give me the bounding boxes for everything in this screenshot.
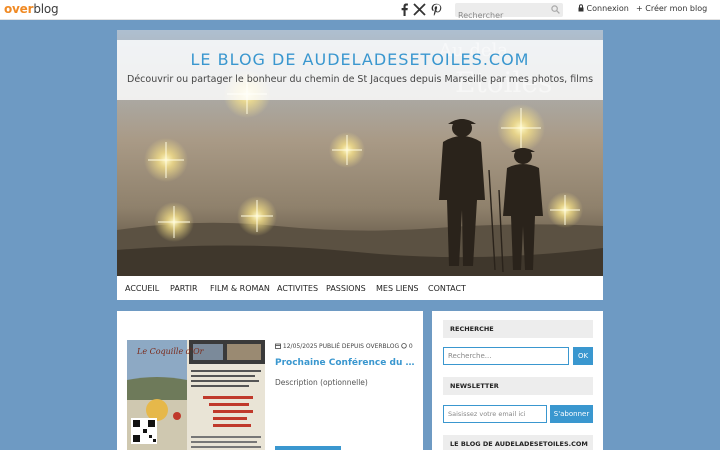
sidebar: RECHERCHE OK NEWSLETTER S'abonner LE BLO… <box>432 311 603 450</box>
newsletter-widget-title: NEWSLETTER <box>443 377 593 395</box>
main-menu: ACCUEIL PARTIR FILM & ROMAN ACTIVITES PA… <box>117 276 603 300</box>
title-band <box>117 40 603 100</box>
blog-description: Découvrir ou partager le bonheur du chem… <box>127 74 593 85</box>
create-blog-link[interactable]: + Créer mon blog <box>636 4 707 13</box>
sidebar-search-button[interactable]: OK <box>573 347 593 365</box>
calendar-icon <box>275 343 281 349</box>
blog-header: Au dela Etoiles LE BLOG DE AUDELADESETOI… <box>117 30 603 276</box>
login-label: Connexion <box>586 4 629 13</box>
post-thumbnail-image: Le Coquille d'Or <box>127 340 265 450</box>
post-date-text: 12/05/2025 <box>282 343 318 350</box>
blog-title[interactable]: LE BLOG DE AUDELADESETOILES.COM <box>117 50 603 69</box>
facebook-icon[interactable] <box>398 3 411 16</box>
subscribe-button[interactable]: S'abonner <box>550 405 593 423</box>
post-comments-count: 0 <box>408 343 413 350</box>
login-link[interactable]: Connexion <box>578 4 629 13</box>
topbar-search <box>455 3 563 23</box>
overblog-topbar: overblog Connexion + Créer mon blog <box>0 0 720 23</box>
menu-item-passions[interactable]: PASSIONS <box>326 284 366 293</box>
post-source: PUBLIÉ DEPUIS OVERBLOG <box>319 343 400 350</box>
search-icon[interactable] <box>551 5 560 14</box>
read-more-button[interactable] <box>275 446 341 450</box>
logo-over: over <box>4 2 34 16</box>
menu-item-film-roman[interactable]: FILM & ROMAN <box>210 284 270 293</box>
menu-item-mes-liens[interactable]: MES LIENS <box>376 284 419 293</box>
overblog-logo[interactable]: overblog <box>4 2 59 16</box>
menu-item-partir[interactable]: PARTIR <box>170 284 198 293</box>
svg-text:Le Coquille d'Or: Le Coquille d'Or <box>136 347 205 356</box>
post-card: Le Coquille d'Or 12/05/2025 PUBLIÉ DEPUI… <box>117 311 423 450</box>
x-icon[interactable] <box>413 3 426 16</box>
logo-blog: blog <box>33 2 59 16</box>
topbar-search-input[interactable] <box>455 8 545 23</box>
menu-item-activites[interactable]: ACTIVITES <box>277 284 318 293</box>
plus-icon: + <box>636 4 643 13</box>
lock-icon <box>578 4 584 12</box>
post-description: Description (optionnelle) <box>275 378 368 387</box>
menu-item-contact[interactable]: CONTACT <box>428 284 466 293</box>
blog-widget-title: LE BLOG DE AUDELADESETOILES.COM <box>443 435 593 450</box>
post-comments[interactable]: 0 <box>401 343 413 350</box>
create-blog-label: Créer mon blog <box>645 4 708 13</box>
comment-icon <box>401 343 407 349</box>
pinterest-icon[interactable] <box>430 3 443 16</box>
menu-item-accueil[interactable]: ACCUEIL <box>125 284 159 293</box>
sidebar-search-input[interactable] <box>443 347 569 365</box>
post-title[interactable]: Prochaine Conférence du 17mai ... <box>275 358 415 368</box>
post-thumbnail[interactable]: Le Coquille d'Or <box>127 340 265 450</box>
search-widget-title: RECHERCHE <box>443 320 593 338</box>
post-date: 12/05/2025 <box>275 343 318 350</box>
newsletter-email-input[interactable] <box>443 405 547 423</box>
